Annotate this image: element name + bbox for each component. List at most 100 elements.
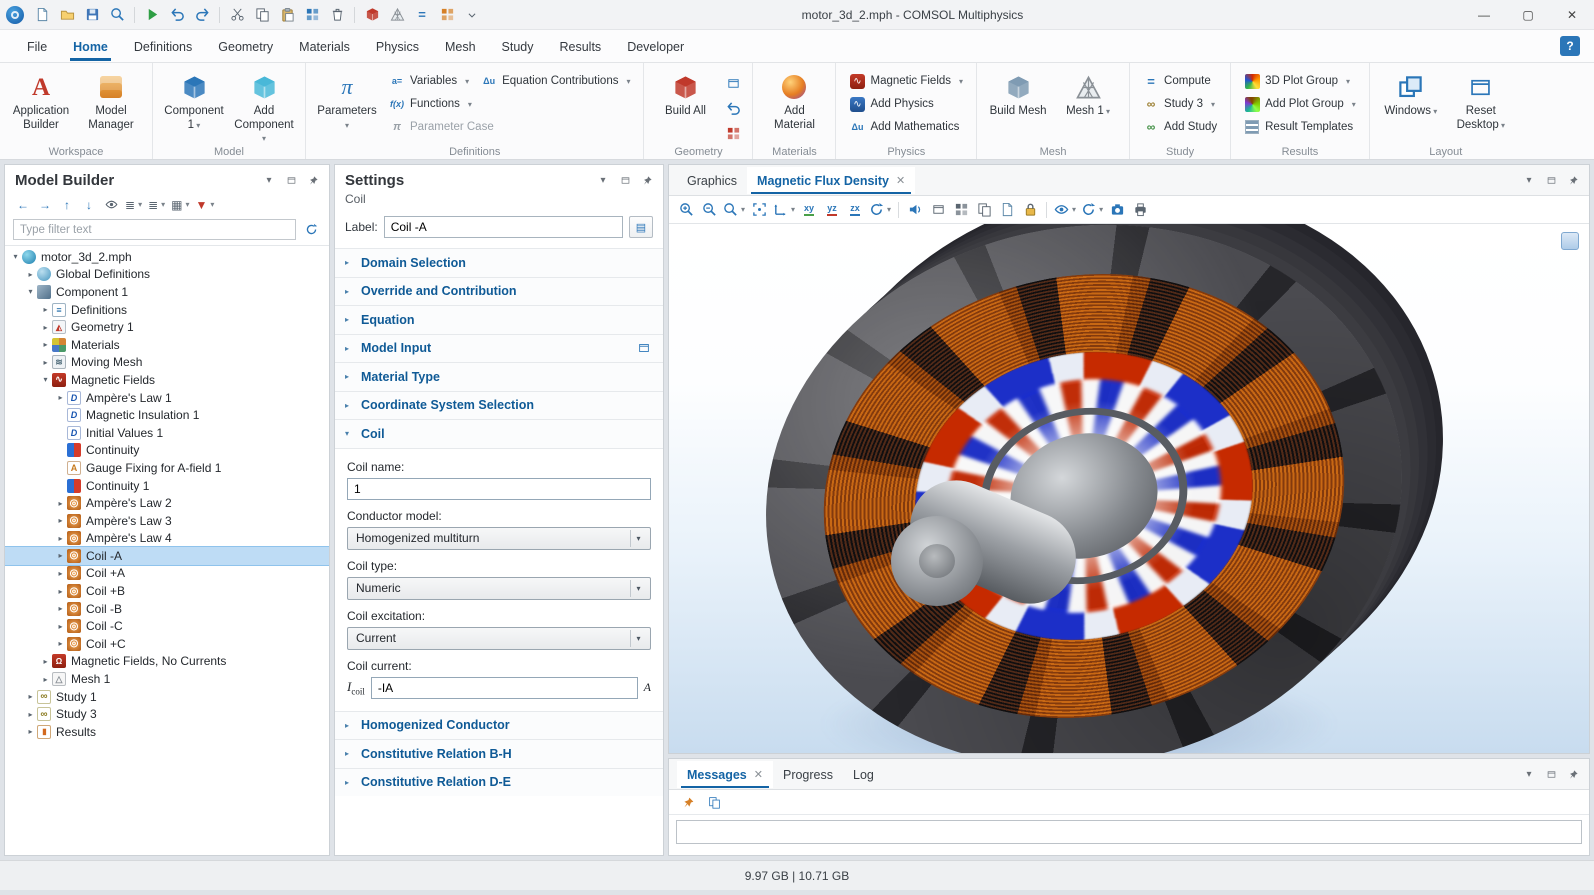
menu-item[interactable]: Physics: [363, 32, 432, 61]
study3-button[interactable]: ∞ Study 3: [1138, 94, 1222, 114]
tree-expander-icon[interactable]: ▸: [39, 340, 52, 349]
float-panel-icon[interactable]: [283, 173, 299, 189]
reset-desktop-button[interactable]: Reset Desktop: [1448, 68, 1514, 136]
filter-input[interactable]: [13, 219, 296, 240]
paste-icon[interactable]: [276, 4, 298, 26]
settings-section-header[interactable]: ▸ Constitutive Relation D-E: [335, 768, 663, 797]
tree-item[interactable]: ▸ Magnetic Fields, No Currents: [5, 653, 329, 671]
minimize-button[interactable]: —: [1462, 0, 1506, 30]
close-tab-icon[interactable]: ✕: [754, 768, 763, 781]
settings-section-header[interactable]: ▸ Model Input: [335, 334, 663, 363]
forward-icon[interactable]: →: [35, 195, 55, 214]
build-all-button[interactable]: Build All: [652, 68, 718, 123]
export-geometry-icon[interactable]: [722, 97, 744, 119]
view-xy-plane-icon[interactable]: xy: [798, 199, 820, 221]
export-plot-icon[interactable]: [973, 199, 995, 221]
tree-item[interactable]: ▸ Coil -C: [5, 617, 329, 635]
float-panel-icon[interactable]: [617, 173, 633, 189]
save-icon[interactable]: [81, 4, 103, 26]
pin-panel-icon[interactable]: [639, 173, 655, 189]
tree-item[interactable]: ▸ Definitions: [5, 301, 329, 319]
plot-icon[interactable]: [436, 4, 458, 26]
settings-section-header[interactable]: ▸ Override and Contribution: [335, 277, 663, 306]
collapse-panel-icon[interactable]: ▾: [261, 173, 277, 189]
settings-section-header[interactable]: ▸ Material Type: [335, 362, 663, 391]
build-all-icon[interactable]: [361, 4, 383, 26]
move-up-icon[interactable]: ↑: [57, 195, 77, 214]
result-templates-button[interactable]: Result Templates: [1239, 117, 1361, 137]
settings-section-header[interactable]: ▸ Coordinate System Selection: [335, 391, 663, 420]
tree-expander-icon[interactable]: ▸: [24, 710, 37, 719]
magnetic-fields-button[interactable]: ∿ Magnetic Fields: [844, 71, 968, 91]
tree-item[interactable]: ▸ Results: [5, 723, 329, 741]
add-mathematics-button[interactable]: Δu Add Mathematics: [844, 117, 968, 137]
tree-expander-icon[interactable]: ▸: [54, 534, 67, 543]
new-file-icon[interactable]: [31, 4, 53, 26]
search-icon[interactable]: [106, 4, 128, 26]
defeaturing-icon[interactable]: [722, 122, 744, 144]
zoom-box-icon[interactable]: [721, 199, 747, 221]
menu-item[interactable]: Results: [547, 32, 615, 61]
environment-icon[interactable]: [1079, 199, 1105, 221]
menu-item[interactable]: Home: [60, 32, 121, 61]
tree-item[interactable]: ▸ Coil +A: [5, 565, 329, 583]
help-icon[interactable]: ?: [1560, 36, 1580, 56]
collapse-all-icon[interactable]: ≣: [123, 195, 144, 214]
zoom-extents-icon[interactable]: [748, 199, 770, 221]
menu-item[interactable]: Mesh: [432, 32, 489, 61]
collapse-panel-icon[interactable]: ▾: [595, 173, 611, 189]
view-zx-plane-icon[interactable]: zx: [844, 199, 866, 221]
tree-item[interactable]: ▾ motor_3d_2.mph: [5, 248, 329, 266]
float-panel-icon[interactable]: [1543, 766, 1559, 782]
tree-item[interactable]: ▸ Ampère's Law 4: [5, 530, 329, 548]
move-down-icon[interactable]: ↓: [79, 195, 99, 214]
add-physics-button[interactable]: ∿ Add Physics: [844, 94, 968, 114]
close-tab-icon[interactable]: ✕: [896, 174, 905, 187]
show-icon[interactable]: [101, 195, 121, 214]
coil-type-select[interactable]: Numeric ▾: [347, 577, 651, 600]
model-tree-nodes-icon[interactable]: ▦: [169, 195, 191, 214]
open-file-icon[interactable]: [56, 4, 78, 26]
tree-expander-icon[interactable]: ▾: [9, 252, 22, 261]
tree-expander-icon[interactable]: ▸: [54, 604, 67, 613]
tree-expander-icon[interactable]: ▸: [24, 692, 37, 701]
graphics-canvas[interactable]: [669, 224, 1589, 753]
messages-output[interactable]: [676, 820, 1582, 844]
tree-expander-icon[interactable]: ▸: [39, 358, 52, 367]
tree-item[interactable]: ▸ Mesh 1: [5, 670, 329, 688]
tree-item[interactable]: ▾ Component 1: [5, 283, 329, 301]
tree-item[interactable]: ▸ Coil -B: [5, 600, 329, 618]
lock-view-icon[interactable]: [1019, 199, 1041, 221]
image-snapshot-icon[interactable]: [927, 199, 949, 221]
tree-expander-icon[interactable]: ▸: [54, 393, 67, 402]
customize-toolbar-icon[interactable]: [461, 4, 483, 26]
parameters-button[interactable]: π Parameters: [314, 68, 380, 136]
coil-excitation-select[interactable]: Current ▾: [347, 627, 651, 650]
tree-expander-icon[interactable]: ▸: [24, 270, 37, 279]
settings-section-header[interactable]: ▸ Constitutive Relation B-H: [335, 739, 663, 768]
menu-item[interactable]: Study: [489, 32, 547, 61]
application-builder-button[interactable]: A Application Builder: [8, 68, 74, 136]
tree-expander-icon[interactable]: ▸: [54, 499, 67, 508]
menu-item[interactable]: Developer: [614, 32, 697, 61]
redo-icon[interactable]: [191, 4, 213, 26]
add-plot-group-button[interactable]: Add Plot Group: [1239, 94, 1361, 114]
insert-sequence-icon[interactable]: [722, 72, 744, 94]
transparency-icon[interactable]: [904, 199, 926, 221]
print-icon[interactable]: [1129, 199, 1151, 221]
tree-expander-icon[interactable]: ▸: [54, 569, 67, 578]
tree-item[interactable]: ▾ Magnetic Fields: [5, 371, 329, 389]
tree-expander-icon[interactable]: ▸: [54, 516, 67, 525]
edit-model-input-icon[interactable]: [635, 340, 653, 356]
pin-panel-icon[interactable]: [1565, 766, 1581, 782]
menu-item[interactable]: File: [14, 32, 60, 61]
model-manager-button[interactable]: Model Manager: [78, 68, 144, 136]
add-component-button[interactable]: Add Component: [231, 68, 297, 150]
undo-icon[interactable]: [166, 4, 188, 26]
component-button[interactable]: Component 1: [161, 68, 227, 136]
update-view-icon[interactable]: [867, 199, 893, 221]
tree-item[interactable]: ▸ Moving Mesh: [5, 354, 329, 372]
delete-icon[interactable]: [326, 4, 348, 26]
tree-item[interactable]: ▸ Geometry 1: [5, 318, 329, 336]
tree-item[interactable]: ▸ Materials: [5, 336, 329, 354]
